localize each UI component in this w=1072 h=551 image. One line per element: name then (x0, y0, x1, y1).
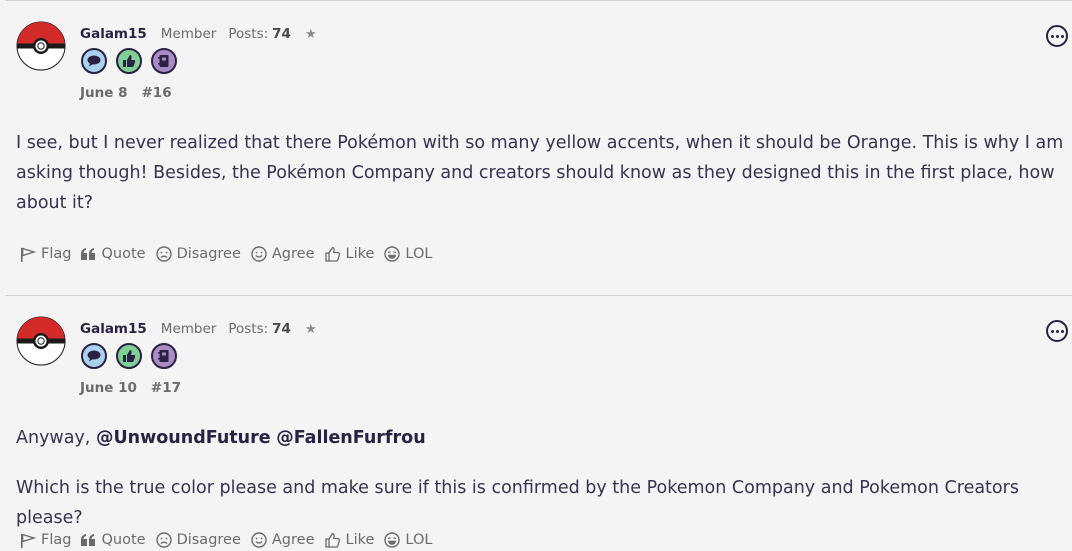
post-17: Galam15 Member Posts: 74 ★ June 10 #17 A… (6, 295, 1072, 551)
disagree-button[interactable]: Disagree (155, 246, 241, 262)
notebook-badge-icon[interactable] (151, 48, 177, 74)
user-role: Member (160, 321, 217, 337)
star-icon: ★ (304, 26, 317, 42)
agree-face-icon (251, 532, 267, 548)
options-menu-icon[interactable] (1046, 320, 1068, 342)
agree-face-icon (251, 246, 267, 262)
quote-label: Quote (101, 246, 146, 262)
post-date-link[interactable]: June 8 (80, 85, 128, 101)
post-paragraph: Which is the true color please and make … (16, 478, 1019, 528)
comment-badge-icon[interactable] (81, 343, 107, 369)
author-line: Galam15 Member Posts: 74 ★ (80, 321, 317, 337)
options-menu-icon[interactable] (1046, 25, 1068, 47)
comment-badge-icon[interactable] (81, 48, 107, 74)
pokeball-avatar-icon (16, 316, 66, 366)
flag-label: Flag (41, 532, 72, 548)
notebook-badge-icon[interactable] (151, 343, 177, 369)
lol-face-icon (384, 246, 401, 262)
post-paragraph: Anyway, @UnwoundFuture @FallenFurfrou (16, 423, 1066, 453)
lol-button[interactable]: LOL (384, 246, 432, 262)
agree-button[interactable]: Agree (251, 246, 315, 262)
post-body: Anyway, @UnwoundFuture @FallenFurfrou Wh… (16, 423, 1066, 533)
disagree-button[interactable]: Disagree (155, 532, 241, 548)
lol-label: LOL (405, 532, 433, 548)
disagree-label: Disagree (176, 246, 241, 262)
avatar[interactable] (16, 21, 66, 71)
post-meta: June 10 #17 (80, 380, 181, 396)
badge-list (81, 48, 177, 74)
posts-label: Posts: (228, 321, 269, 337)
user-role: Member (160, 26, 217, 42)
lol-button[interactable]: LOL (384, 532, 432, 548)
lol-label: LOL (405, 246, 433, 262)
posts-count: 74 (272, 321, 291, 337)
comment-thread: Galam15 Member Posts: 74 ★ June 8 #16 I … (0, 0, 1072, 551)
badge-list (81, 343, 177, 369)
disagree-face-icon (155, 246, 172, 262)
reaction-bar: Flag Quote Disagree Agree Like LOL (20, 532, 432, 548)
author-line: Galam15 Member Posts: 74 ★ (80, 26, 317, 42)
avatar[interactable] (16, 316, 66, 366)
like-label: Like (345, 246, 375, 262)
star-icon: ★ (304, 321, 317, 337)
post-paragraph: I see, but I never realized that there P… (16, 133, 1064, 213)
thumbs-up-badge-icon[interactable] (116, 48, 142, 74)
like-thumb-icon (324, 246, 340, 262)
quote-label: Quote (101, 532, 146, 548)
flag-label: Flag (41, 246, 72, 262)
mention-link[interactable]: @UnwoundFuture (96, 428, 271, 448)
agree-label: Agree (271, 246, 315, 262)
mention-link[interactable]: @FallenFurfrou (276, 428, 425, 448)
post-16: Galam15 Member Posts: 74 ★ June 8 #16 I … (6, 0, 1072, 295)
posts-label: Posts: (228, 26, 269, 42)
flag-icon (21, 247, 36, 262)
thumbs-up-badge-icon[interactable] (116, 343, 142, 369)
post-body: I see, but I never realized that there P… (16, 128, 1066, 218)
quote-button[interactable]: Quote (81, 246, 146, 262)
disagree-label: Disagree (176, 532, 241, 548)
post-meta: June 8 #16 (80, 85, 172, 101)
reaction-bar: Flag Quote Disagree Agree Like LOL (20, 246, 432, 262)
flag-icon (21, 533, 36, 548)
like-button[interactable]: Like (324, 532, 375, 548)
flag-button[interactable]: Flag (20, 246, 71, 262)
post-number-link[interactable]: #16 (142, 85, 172, 101)
like-label: Like (345, 532, 375, 548)
like-thumb-icon (324, 532, 340, 548)
username-link[interactable]: Galam15 (80, 26, 147, 42)
quote-button[interactable]: Quote (81, 532, 146, 548)
agree-button[interactable]: Agree (251, 532, 315, 548)
pokeball-avatar-icon (16, 21, 66, 71)
flag-button[interactable]: Flag (20, 532, 71, 548)
quote-icon (81, 533, 96, 546)
agree-label: Agree (271, 532, 315, 548)
post-date-link[interactable]: June 10 (80, 380, 137, 396)
like-button[interactable]: Like (324, 246, 375, 262)
greeting-text: Anyway, (16, 428, 91, 448)
post-number-link[interactable]: #17 (151, 380, 181, 396)
disagree-face-icon (155, 532, 172, 548)
lol-face-icon (384, 532, 401, 548)
username-link[interactable]: Galam15 (80, 321, 147, 337)
posts-count: 74 (272, 26, 291, 42)
quote-icon (81, 247, 96, 260)
